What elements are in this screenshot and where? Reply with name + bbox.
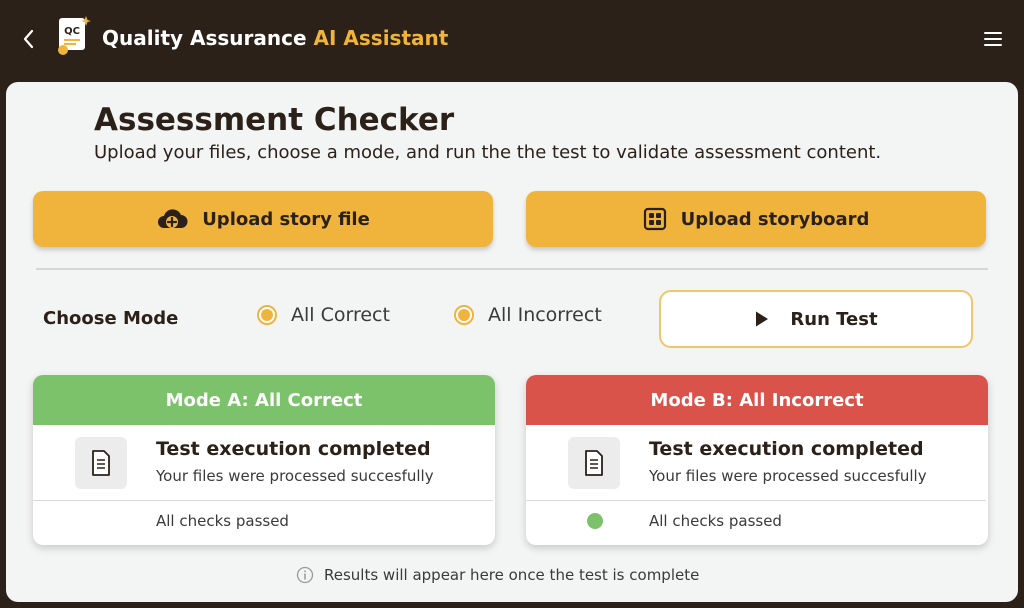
radio-all-incorrect[interactable]: All Incorrect (454, 304, 602, 326)
section-divider (36, 268, 988, 270)
page-subtitle: Upload your files, choose a mode, and ru… (94, 142, 882, 163)
run-test-button[interactable]: Run Test (659, 290, 973, 348)
card-description: Your files were processed succesfully (156, 467, 434, 485)
upload-story-file-label: Upload story file (202, 208, 370, 230)
card-status: All checks passed (156, 512, 289, 530)
radio-all-incorrect-label: All Incorrect (488, 304, 602, 326)
radio-indicator (454, 305, 474, 325)
radio-all-correct[interactable]: All Correct (257, 304, 390, 326)
result-card-mode-b: Mode B: All Incorrect Test execution com… (526, 375, 988, 545)
upload-storyboard-button[interactable]: Upload storyboard (526, 191, 986, 247)
app-title-accent: AI Assistant (313, 26, 449, 50)
qc-logo-icon: QC (58, 16, 91, 55)
card-status: All checks passed (649, 512, 782, 530)
back-arrow-icon (23, 29, 34, 49)
card-header: Mode A: All Correct (33, 375, 495, 425)
radio-indicator (257, 305, 277, 325)
card-divider (526, 500, 986, 501)
document-thumb (75, 437, 127, 489)
run-test-label: Run Test (790, 308, 878, 330)
card-divider (33, 500, 493, 501)
upload-storyboard-label: Upload storyboard (680, 208, 870, 230)
play-icon (756, 311, 769, 327)
menu-button[interactable] (982, 28, 1004, 50)
hamburger-menu-icon (984, 32, 1002, 46)
logo-text: QC (64, 26, 80, 37)
card-title: Test execution completed (649, 438, 924, 460)
top-bar: QC Quality Assurance AI Assistant (0, 0, 1024, 80)
upload-story-file-button[interactable]: Upload story file (33, 191, 493, 247)
info-icon (296, 566, 314, 584)
radio-all-correct-label: All Correct (291, 304, 390, 326)
card-header: Mode B: All Incorrect (526, 375, 988, 425)
status-dot (587, 513, 603, 529)
result-card-mode-a: Mode A: All Correct Test execution compl… (33, 375, 495, 545)
app-title-prefix: Quality Assurance (102, 26, 307, 50)
app-logo: QC (56, 14, 92, 58)
back-button[interactable] (18, 26, 40, 52)
grid-icon (643, 207, 666, 231)
card-description: Your files were processed succesfully (649, 467, 927, 485)
main-panel: Assessment Checker Upload your files, ch… (6, 82, 1018, 602)
choose-mode-label: Choose Mode (43, 308, 179, 329)
cloud-upload-icon (158, 209, 188, 228)
document-icon (92, 450, 110, 476)
results-note-text: Results will appear here once the test i… (324, 566, 700, 584)
page-title: Assessment Checker (94, 102, 455, 138)
document-icon (585, 450, 603, 476)
document-thumb (568, 437, 620, 489)
results-note: Results will appear here once the test i… (296, 566, 699, 584)
app-title: Quality Assurance AI Assistant (102, 26, 448, 50)
card-title: Test execution completed (156, 438, 431, 460)
